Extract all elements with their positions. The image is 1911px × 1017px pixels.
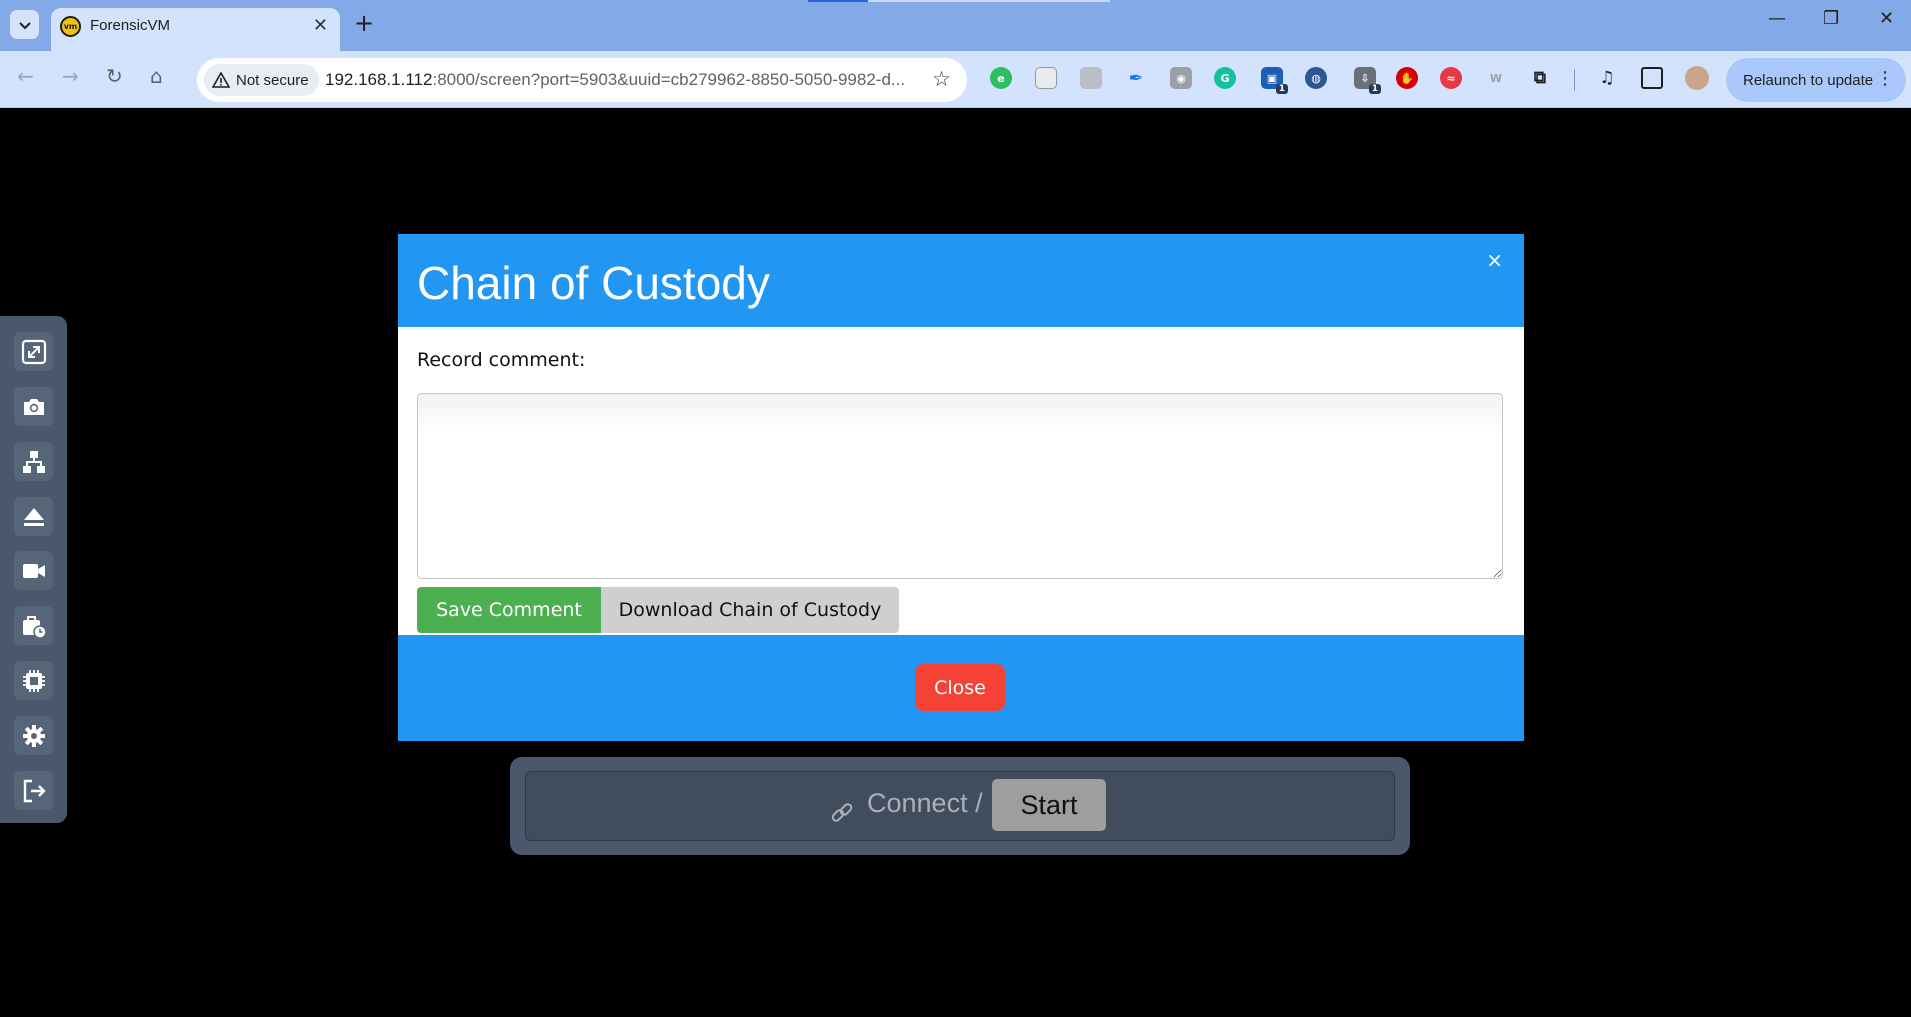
camera-icon — [23, 398, 44, 415]
video-camera-icon — [22, 563, 45, 578]
adblock-extension-icon[interactable]: ✋ — [1396, 67, 1418, 89]
extension-badge: 1 — [1275, 84, 1288, 94]
tab-forensicvm[interactable]: vm ForensicVM ✕ — [51, 8, 340, 51]
globe-extension-icon[interactable]: ◍ — [1305, 67, 1327, 89]
fullscreen-button[interactable] — [14, 332, 53, 371]
home-button[interactable]: ⌂ — [150, 64, 163, 88]
connect-label[interactable]: Connect / — [867, 788, 983, 819]
site-info-button[interactable]: Not secure — [204, 64, 319, 96]
close-window-button[interactable]: ✕ — [1879, 8, 1894, 29]
gray-extension-icon[interactable]: W — [1485, 67, 1507, 89]
eject-button[interactable] — [14, 497, 53, 536]
modal-close-x-button[interactable]: × — [1486, 248, 1503, 272]
network-button[interactable] — [14, 442, 53, 481]
vm-side-toolbar — [0, 316, 67, 823]
fullscreen-icon — [21, 339, 46, 364]
url-host: 192.168.1.112 — [325, 70, 433, 89]
new-tab-button[interactable]: + — [354, 9, 374, 37]
restore-window-button[interactable]: ❐ — [1823, 8, 1839, 29]
eject-icon — [23, 507, 44, 526]
screenshot-extension-icon[interactable]: ◉ — [1170, 67, 1192, 89]
connect-panel: Connect / Start — [510, 757, 1410, 855]
logout-icon — [23, 779, 46, 802]
grammarly-extension-icon[interactable]: G — [1214, 67, 1236, 89]
loading-indicator — [808, 0, 868, 2]
side-panel-icon[interactable] — [1641, 67, 1663, 89]
download-chain-of-custody-button[interactable]: Download Chain of Custody — [601, 587, 899, 633]
forward-button[interactable]: → — [62, 64, 79, 88]
start-button[interactable]: Start — [992, 779, 1106, 831]
record-comment-textarea[interactable] — [417, 393, 1503, 579]
more-menu-icon[interactable]: ⋮ — [1876, 68, 1894, 89]
download-extension-icon[interactable]: ⇩ 1 — [1354, 67, 1381, 94]
address-bar[interactable]: Not secure 192.168.1.112:8000/screen?por… — [197, 58, 967, 102]
bookmark-star-icon[interactable]: ☆ — [932, 67, 951, 91]
pen-extension-icon[interactable]: ✒ — [1125, 67, 1147, 89]
tab-close-icon[interactable]: ✕ — [313, 15, 328, 36]
toolbar-divider — [1574, 69, 1575, 91]
forensicvm-favicon-icon: vm — [60, 16, 81, 37]
extensions-puzzle-icon[interactable]: ⧉ — [1529, 67, 1551, 89]
browser-tab-strip: vm ForensicVM ✕ + — ❐ ✕ — [0, 0, 1911, 51]
red-extension-icon[interactable]: ≈ — [1440, 67, 1462, 89]
media-controls-icon[interactable]: ♫ — [1596, 67, 1618, 89]
extension-badge: 1 — [1368, 84, 1381, 94]
gallery-extension-icon[interactable] — [1080, 67, 1102, 89]
relaunch-label: Relaunch to update — [1743, 71, 1874, 89]
loading-indicator-track — [868, 0, 1110, 2]
save-comment-button[interactable]: Save Comment — [417, 587, 601, 633]
chain-of-custody-modal: Chain of Custody × Record comment: Save … — [398, 234, 1524, 741]
reload-button[interactable]: ↻ — [106, 64, 123, 88]
security-label: Not secure — [236, 71, 309, 89]
document-extension-icon[interactable] — [1035, 67, 1057, 89]
evernote-extension-icon[interactable]: e — [990, 67, 1012, 89]
hardware-button[interactable] — [14, 661, 53, 700]
back-button[interactable]: ← — [17, 64, 34, 88]
tab-search-button[interactable] — [10, 10, 39, 39]
browser-toolbar: ← → ↻ ⌂ Not secure 192.168.1.112:8000/sc… — [0, 51, 1911, 108]
modal-title: Chain of Custody — [417, 257, 770, 309]
connect-bar: Connect / Start — [525, 771, 1395, 841]
cpu-icon — [22, 669, 45, 692]
evidence-button[interactable] — [14, 606, 53, 645]
modal-footer: Close — [398, 635, 1524, 741]
profile-avatar[interactable] — [1685, 66, 1709, 90]
close-button[interactable]: Close — [915, 664, 1005, 711]
link-icon — [831, 803, 853, 822]
relaunch-to-update-button[interactable]: Relaunch to update ⋮ — [1726, 58, 1906, 102]
chevron-down-icon — [18, 21, 31, 29]
url-path: :8000/screen?port=5903&uuid=cb279962-885… — [432, 70, 906, 89]
minimize-window-button[interactable]: — — [1768, 8, 1786, 29]
logout-button[interactable] — [14, 771, 53, 810]
url-text: 192.168.1.112:8000/screen?port=5903&uuid… — [325, 70, 905, 90]
record-video-button[interactable] — [14, 551, 53, 590]
settings-button[interactable] — [14, 716, 53, 755]
bitwarden-extension-icon[interactable]: ▣ 1 — [1261, 67, 1288, 94]
tab-title: ForensicVM — [90, 17, 171, 34]
warning-triangle-icon — [212, 72, 230, 88]
screenshot-button[interactable] — [14, 387, 53, 426]
evidence-clock-icon — [22, 615, 47, 639]
network-icon — [22, 450, 45, 473]
record-comment-label: Record comment: — [417, 349, 586, 371]
gear-icon — [22, 724, 45, 747]
modal-header: Chain of Custody × — [398, 234, 1524, 327]
